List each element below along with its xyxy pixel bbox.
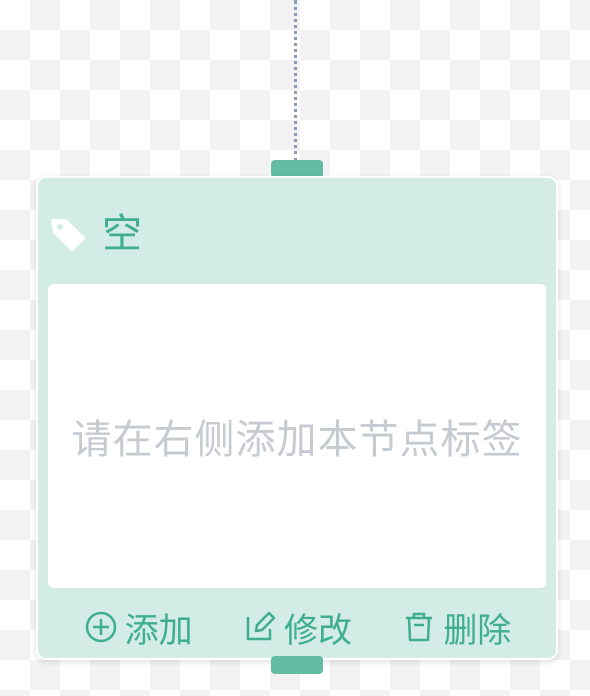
- edit-label: 修改: [283, 610, 352, 651]
- tag-icon: [48, 214, 88, 254]
- node-title: 空: [102, 211, 142, 257]
- output-port[interactable]: [271, 656, 323, 674]
- plus-circle-icon: [85, 611, 116, 643]
- tag-content-area: 请在右侧添加本节点标签: [48, 284, 546, 588]
- edit-icon: [246, 611, 276, 641]
- edit-button[interactable]: 修改: [242, 603, 352, 652]
- node-header: 空: [48, 206, 142, 262]
- node-actions: 添加 修改 删除: [38, 602, 556, 652]
- tag-node[interactable]: 空 请在右侧添加本节点标签 添加 修改 删除: [36, 176, 558, 660]
- connector-line: [294, 0, 297, 162]
- delete-button[interactable]: 删除: [401, 603, 511, 652]
- empty-placeholder: 请在右侧添加本节点标签: [71, 417, 523, 463]
- delete-label: 删除: [443, 610, 512, 651]
- add-label: 添加: [124, 610, 193, 651]
- trash-icon: [406, 612, 433, 642]
- add-button[interactable]: 添加: [83, 603, 193, 652]
